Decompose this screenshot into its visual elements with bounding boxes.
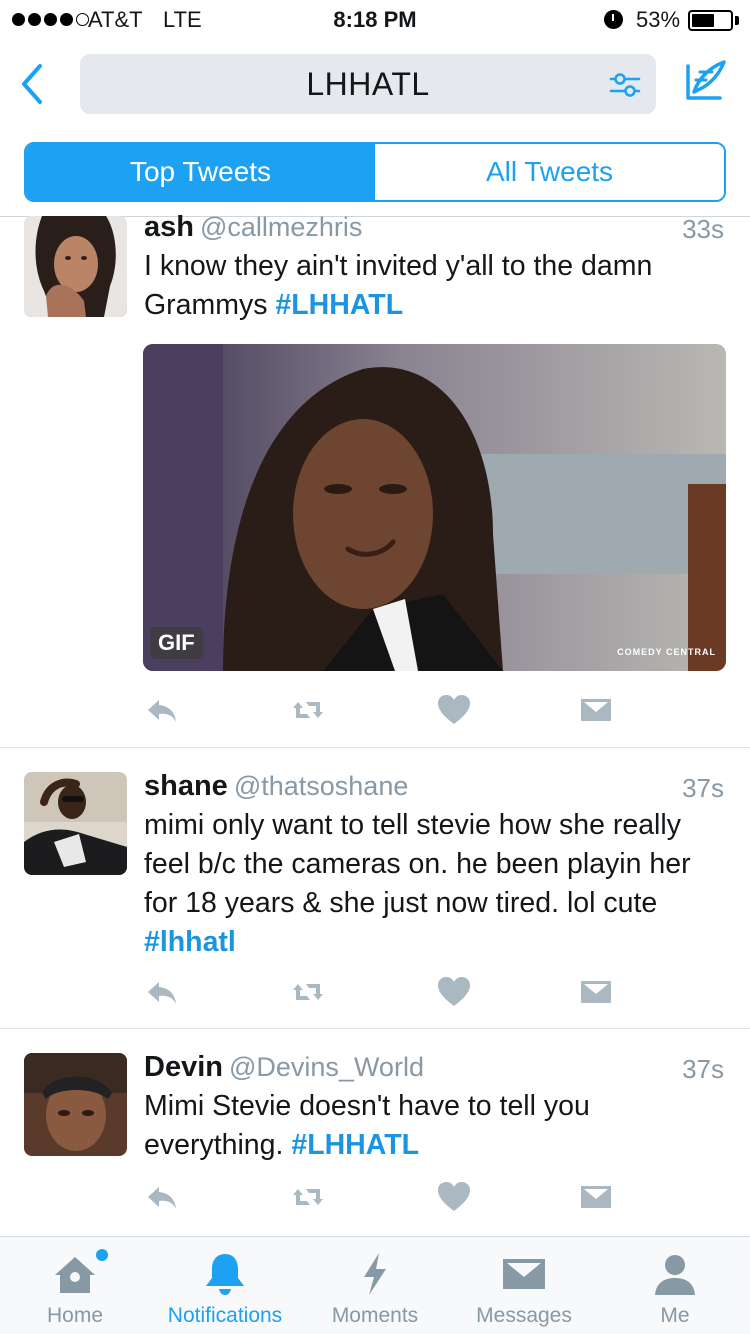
retweet-icon[interactable]	[290, 1179, 326, 1215]
comedy-central-watermark: COMEDY CENTRAL	[617, 647, 716, 657]
direct-message-icon[interactable]	[578, 692, 614, 728]
tweet-text: mimi only want to tell stevie how she re…	[144, 809, 691, 958]
tab-me[interactable]: Me	[624, 1237, 726, 1334]
tab-home[interactable]: Home	[24, 1237, 126, 1334]
tab-messages[interactable]: Messages	[468, 1237, 580, 1334]
bottom-tab-bar: Home Notifications Moments Messages Me	[0, 1236, 750, 1334]
like-heart-icon[interactable]	[436, 974, 472, 1010]
tweet-actions	[144, 692, 614, 728]
tweet-author-handle[interactable]: @Devins_World	[229, 1052, 424, 1082]
like-heart-icon[interactable]	[436, 692, 472, 728]
reply-icon[interactable]	[144, 1179, 180, 1215]
reply-icon[interactable]	[144, 692, 180, 728]
tweet-timestamp: 37s	[682, 773, 724, 803]
gif-thumbnail	[143, 344, 726, 671]
bell-icon	[206, 1254, 244, 1295]
home-icon	[55, 1257, 95, 1293]
tweet-timestamp: 33s	[682, 214, 724, 244]
lightning-bolt-icon	[364, 1253, 386, 1295]
retweet-icon[interactable]	[290, 692, 326, 728]
tweet[interactable]: ash @callmezhris 33s I know they ain't in…	[0, 0, 750, 748]
like-heart-icon[interactable]	[436, 1179, 472, 1215]
tweet-gif-media[interactable]: GIF COMEDY CENTRAL	[143, 344, 726, 671]
tweet-author-handle[interactable]: @thatsoshane	[234, 771, 409, 801]
tweet-text: I know they ain't invited y'all to the d…	[144, 250, 653, 321]
hashtag-link[interactable]: #LHHATL	[291, 1129, 419, 1161]
tweet[interactable]: Devin @Devins_World 37s Mimi Stevie doesn…	[0, 1029, 750, 1235]
avatar[interactable]	[24, 772, 127, 875]
tweet-timestamp: 37s	[682, 1054, 724, 1084]
tab-moments[interactable]: Moments	[324, 1237, 426, 1334]
tweet-author-name[interactable]: shane	[144, 770, 228, 802]
hashtag-link[interactable]: #LHHATL	[275, 289, 403, 321]
direct-message-icon[interactable]	[578, 1179, 614, 1215]
avatar[interactable]	[24, 216, 127, 317]
tweet-author-handle[interactable]: @callmezhris	[200, 212, 362, 242]
reply-icon[interactable]	[144, 974, 180, 1010]
tweet[interactable]: shane @thatsoshane 37s mimi only want to …	[0, 748, 750, 1028]
tweet-actions	[144, 1179, 614, 1215]
tweet-author-name[interactable]: Devin	[144, 1051, 223, 1083]
tab-notifications[interactable]: Notifications	[156, 1237, 294, 1334]
direct-message-icon[interactable]	[578, 974, 614, 1010]
tweet-actions	[144, 974, 614, 1010]
tweet-text: Mimi Stevie doesn't have to tell you eve…	[144, 1090, 590, 1161]
tweet-author-name[interactable]: ash	[144, 211, 194, 243]
unread-dot	[96, 1249, 108, 1261]
person-icon	[655, 1255, 695, 1295]
avatar[interactable]	[24, 1053, 127, 1156]
envelope-icon	[503, 1259, 545, 1289]
gif-badge: GIF	[150, 627, 203, 659]
retweet-icon[interactable]	[290, 974, 326, 1010]
hashtag-link[interactable]: #lhhatl	[144, 926, 236, 958]
